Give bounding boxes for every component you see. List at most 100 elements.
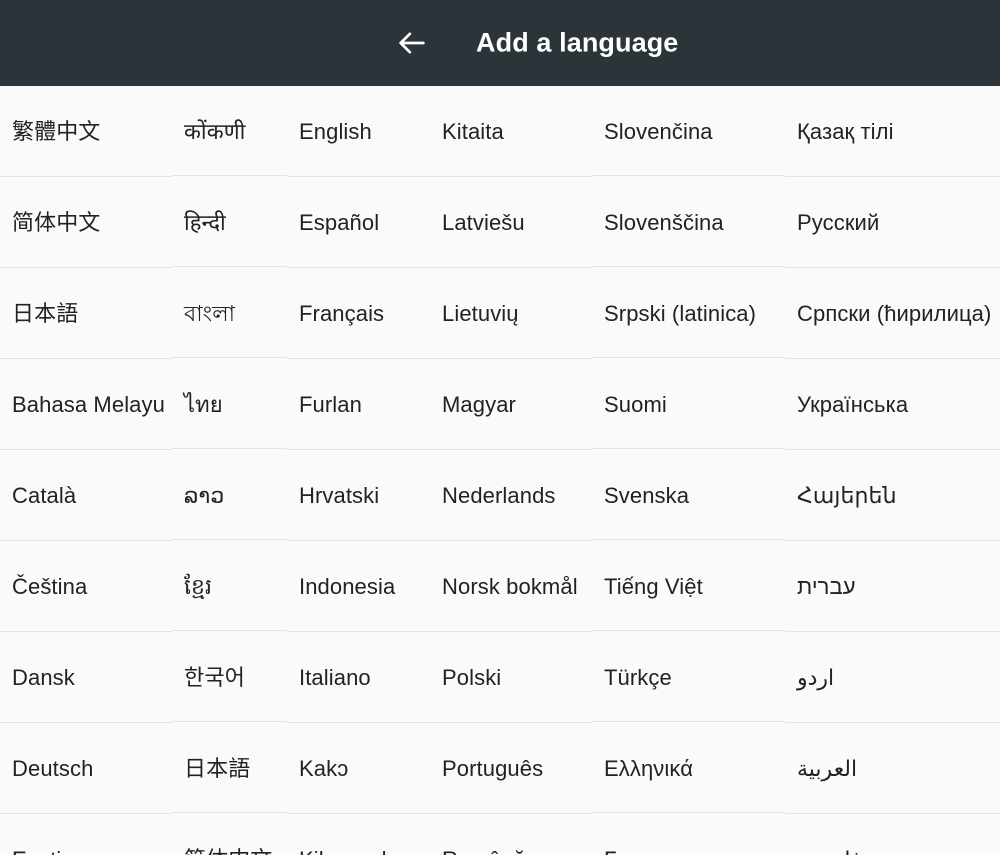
language-row: Dansk 한국어 Italiano Polski Türkçe اردو — [0, 632, 1000, 723]
language-cell[interactable]: Español — [287, 177, 430, 268]
language-cell[interactable]: 日本語 — [172, 723, 287, 814]
language-cell[interactable]: 简体中文 — [0, 177, 172, 268]
language-cell[interactable]: Українська — [785, 359, 1000, 450]
language-cell[interactable]: Suomi — [592, 359, 785, 450]
language-cell[interactable]: Tiếng Việt — [592, 541, 785, 632]
language-cell[interactable]: Ελληνικά — [592, 723, 785, 814]
language-name: 한국어 — [184, 664, 246, 690]
language-cell[interactable]: Norsk bokmål — [430, 541, 592, 632]
language-name: Svenska — [604, 482, 690, 508]
language-cell[interactable]: Magyar — [430, 359, 592, 450]
language-name: Српски (ћирилица) — [797, 300, 992, 326]
language-name: Slovenščina — [604, 209, 724, 235]
language-name: Deutsch — [12, 755, 94, 781]
language-cell[interactable]: Polski — [430, 632, 592, 723]
language-cell[interactable]: Српски (ћирилица) — [785, 268, 1000, 359]
language-cell[interactable]: Հայերեն — [785, 450, 1000, 541]
language-name: Nederlands — [442, 482, 556, 508]
language-cell[interactable]: Kihorombo — [287, 814, 430, 855]
language-cell[interactable]: Deutsch — [0, 723, 172, 814]
language-cell[interactable]: עברית — [785, 541, 1000, 632]
language-name: Polski — [442, 664, 502, 690]
language-name: العربية — [797, 755, 858, 781]
language-cell[interactable]: Latviešu — [430, 177, 592, 268]
language-cell[interactable]: 简体中文 — [172, 814, 287, 855]
language-row: Čeština ខ្មែរ Indonesia Norsk bokmål Tiếng V… — [0, 541, 1000, 632]
language-cell[interactable]: Slovenčina — [592, 86, 785, 177]
language-cell[interactable]: ລາວ — [172, 450, 287, 541]
language-row: Bahasa Melayu ไทย Furlan Magyar Suomi Українс… — [0, 359, 1000, 450]
language-cell[interactable]: Furlan — [287, 359, 430, 450]
language-name: Kihorombo — [299, 847, 406, 855]
language-name: Indonesia — [299, 573, 396, 599]
language-name: Dansk — [12, 664, 75, 690]
language-name: Қазақ тілі — [797, 118, 894, 144]
language-cell[interactable]: Nederlands — [430, 450, 592, 541]
language-name: English — [299, 118, 372, 144]
language-row: Català ລາວ Hrvatski Nederlands Svenska Հայերե… — [0, 450, 1000, 541]
language-cell[interactable]: Türkçe — [592, 632, 785, 723]
language-name: Bahasa Melayu — [12, 391, 165, 417]
language-cell[interactable]: Dansk — [0, 632, 172, 723]
language-cell[interactable]: Svenska — [592, 450, 785, 541]
language-name: हिन्दी — [184, 209, 226, 235]
language-name: Български — [604, 847, 711, 855]
language-row: 日本語 বাংলা Français Lietuvių Srpski (latinica… — [0, 268, 1000, 359]
language-name: Srpski (latinica) — [604, 300, 757, 326]
language-cell[interactable]: Français — [287, 268, 430, 359]
language-name: Català — [12, 482, 77, 508]
language-cell[interactable]: فارسی — [785, 814, 1000, 855]
language-cell[interactable]: ไทย — [172, 359, 287, 450]
language-name: Հայերեն — [797, 482, 897, 508]
back-button[interactable] — [390, 21, 434, 65]
language-name: Italiano — [299, 664, 371, 690]
language-cell[interactable]: Čeština — [0, 541, 172, 632]
language-cell[interactable]: Srpski (latinica) — [592, 268, 785, 359]
language-cell[interactable]: Eesti — [0, 814, 172, 855]
language-cell[interactable]: कोंकणी — [172, 86, 287, 177]
language-name: Kitaita — [442, 118, 504, 144]
language-cell[interactable]: 繁體中文 — [0, 86, 172, 177]
language-cell[interactable]: Bahasa Melayu — [0, 359, 172, 450]
language-cell[interactable]: Hrvatski — [287, 450, 430, 541]
language-cell[interactable]: Kakɔ — [287, 723, 430, 814]
language-row: Eesti 简体中文 Kihorombo Română Български فارسی — [0, 814, 1000, 855]
language-name: ខ្មែរ — [184, 573, 213, 599]
language-cell[interactable]: Português — [430, 723, 592, 814]
language-name: कोंकणी — [184, 118, 246, 144]
language-name: Português — [442, 755, 544, 781]
language-name: ລາວ — [184, 482, 225, 508]
language-cell[interactable]: Català — [0, 450, 172, 541]
language-cell[interactable]: 日本語 — [0, 268, 172, 359]
language-name: Magyar — [442, 391, 516, 417]
language-grid[interactable]: 繁體中文 कोंकणी English Kitaita Slovenčina Қазақ … — [0, 86, 1000, 855]
language-cell[interactable]: العربية — [785, 723, 1000, 814]
language-cell[interactable]: اردو — [785, 632, 1000, 723]
language-cell[interactable]: Indonesia — [287, 541, 430, 632]
language-name: Русский — [797, 209, 880, 235]
language-cell[interactable]: Lietuvių — [430, 268, 592, 359]
language-name: فارسی — [797, 847, 862, 855]
language-cell[interactable]: 한국어 — [172, 632, 287, 723]
language-name: Español — [299, 209, 380, 235]
language-cell[interactable]: Italiano — [287, 632, 430, 723]
language-name: עברית — [797, 573, 856, 599]
language-row: Deutsch 日本語 Kakɔ Português Ελληνικά العربية — [0, 723, 1000, 814]
language-name: Čeština — [12, 573, 88, 599]
language-cell[interactable]: Қазақ тілі — [785, 86, 1000, 177]
language-cell[interactable]: বাংলা — [172, 268, 287, 359]
language-cell[interactable]: Slovenščina — [592, 177, 785, 268]
language-name: Română — [442, 847, 526, 855]
language-cell[interactable]: Български — [592, 814, 785, 855]
language-name: Français — [299, 300, 385, 326]
language-cell[interactable]: Русский — [785, 177, 1000, 268]
language-name: Eesti — [12, 847, 61, 855]
language-cell[interactable]: हिन्दी — [172, 177, 287, 268]
language-name: 简体中文 — [12, 209, 101, 235]
language-row: 简体中文 हिन्दी Español Latviešu Slovenščina Русс… — [0, 177, 1000, 268]
language-cell[interactable]: English — [287, 86, 430, 177]
language-cell[interactable]: Kitaita — [430, 86, 592, 177]
language-name: Türkçe — [604, 664, 672, 690]
language-cell[interactable]: ខ្មែរ — [172, 541, 287, 632]
language-cell[interactable]: Română — [430, 814, 592, 855]
